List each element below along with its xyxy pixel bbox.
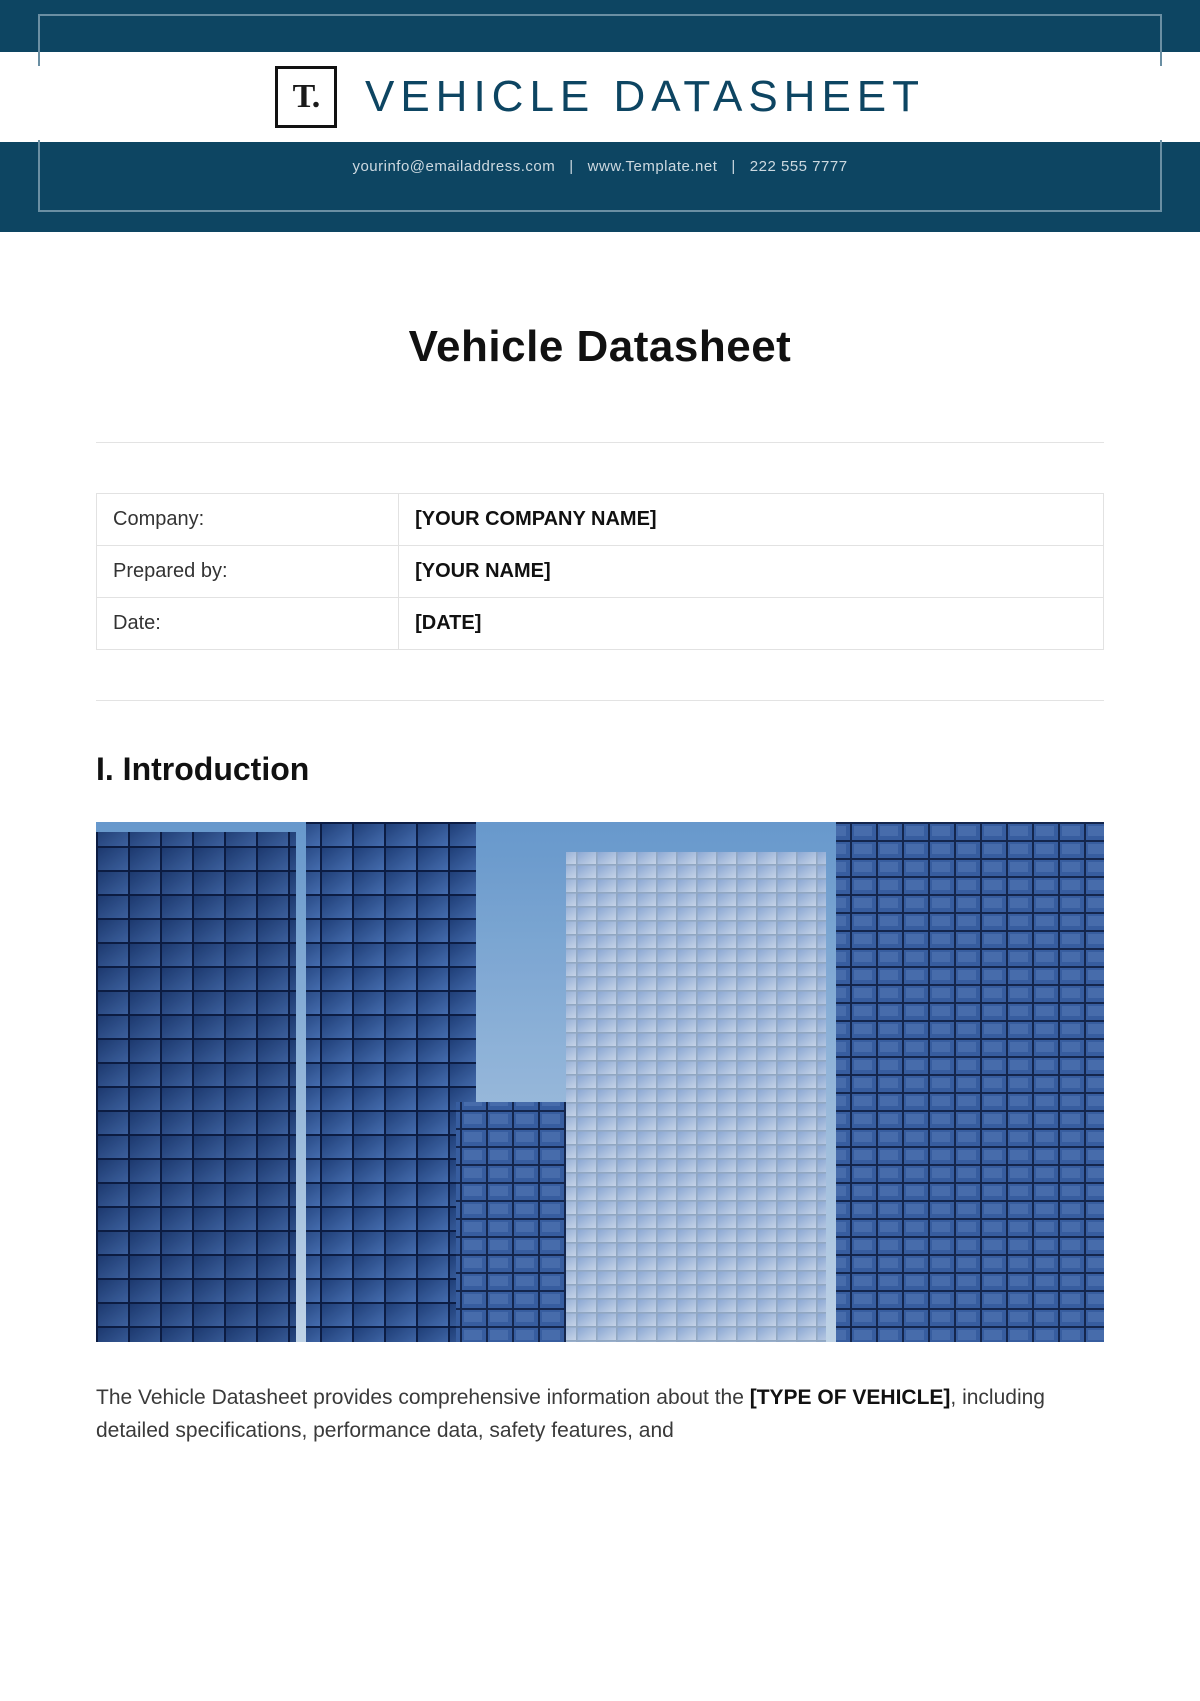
document-title: Vehicle Datasheet bbox=[96, 322, 1104, 372]
table-row: Date:[DATE] bbox=[97, 598, 1104, 650]
contact-site: www.Template.net bbox=[588, 158, 718, 175]
table-cell-value: [DATE] bbox=[399, 598, 1104, 650]
info-table: Company:[YOUR COMPANY NAME]Prepared by:[… bbox=[96, 493, 1104, 650]
divider bbox=[96, 442, 1104, 443]
table-cell-value: [YOUR COMPANY NAME] bbox=[399, 494, 1104, 546]
header-frame-bottom: yourinfo@emailaddress.com | www.Template… bbox=[38, 140, 1162, 212]
logo-text: T. bbox=[293, 78, 320, 116]
contact-line: yourinfo@emailaddress.com | www.Template… bbox=[352, 158, 847, 175]
logo-icon: T. bbox=[275, 66, 337, 128]
table-row: Company:[YOUR COMPANY NAME] bbox=[97, 494, 1104, 546]
header-spacer bbox=[0, 214, 1200, 232]
page: T. VEHICLE DATASHEET yourinfo@emailaddre… bbox=[0, 0, 1200, 1447]
table-cell-label: Company: bbox=[97, 494, 399, 546]
hero-image bbox=[96, 822, 1104, 1342]
header-title: VEHICLE DATASHEET bbox=[365, 72, 925, 122]
header-band: T. VEHICLE DATASHEET yourinfo@emailaddre… bbox=[0, 0, 1200, 232]
table-cell-value: [YOUR NAME] bbox=[399, 546, 1104, 598]
table-cell-label: Prepared by: bbox=[97, 546, 399, 598]
divider bbox=[96, 700, 1104, 701]
table-row: Prepared by:[YOUR NAME] bbox=[97, 546, 1104, 598]
intro-paragraph: The Vehicle Datasheet provides comprehen… bbox=[96, 1382, 1104, 1447]
table-cell-label: Date: bbox=[97, 598, 399, 650]
contact-phone: 222 555 7777 bbox=[750, 158, 848, 175]
intro-bold-placeholder: [TYPE OF VEHICLE] bbox=[750, 1386, 951, 1409]
contact-email: yourinfo@emailaddress.com bbox=[352, 158, 555, 175]
content: Vehicle Datasheet Company:[YOUR COMPANY … bbox=[0, 232, 1200, 1447]
intro-text-pre: The Vehicle Datasheet provides comprehen… bbox=[96, 1386, 750, 1409]
section-heading-introduction: I. Introduction bbox=[96, 751, 1104, 788]
header-frame-top bbox=[38, 14, 1162, 66]
